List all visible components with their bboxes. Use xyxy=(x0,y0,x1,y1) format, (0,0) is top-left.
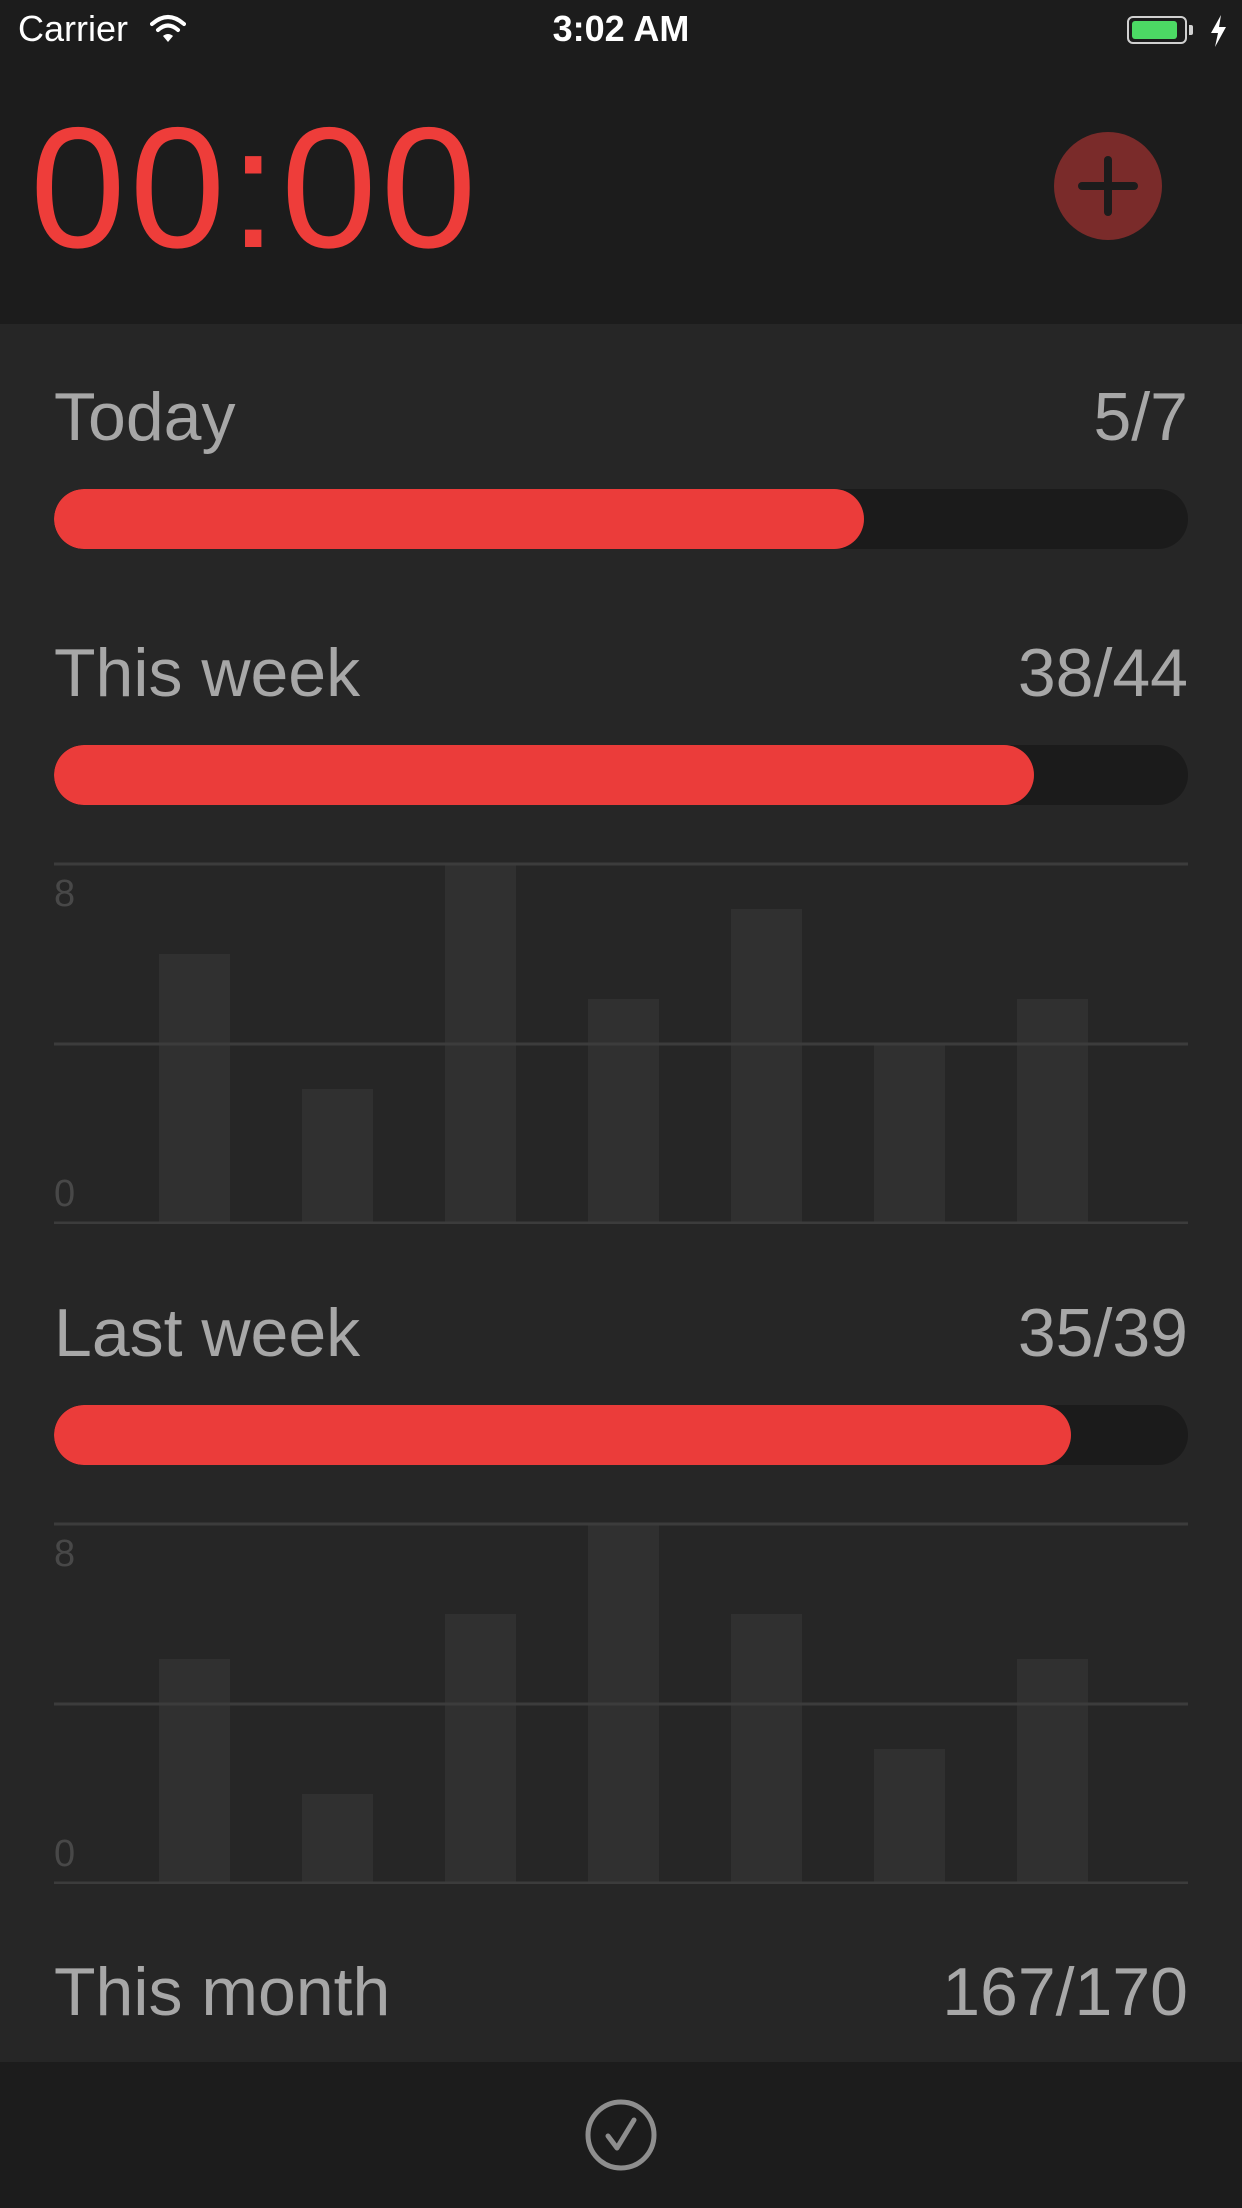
chart-bar xyxy=(874,1749,945,1884)
chart-bar xyxy=(445,1614,516,1884)
this-week-progress-track xyxy=(54,745,1188,805)
this-week-chart: 80 xyxy=(54,862,1188,1224)
last-week-label: Last week xyxy=(54,1295,361,1371)
timer-display: 00:00 xyxy=(30,92,481,284)
last-week-chart: 80 xyxy=(54,1522,1188,1884)
y-tick-label: 0 xyxy=(54,1173,75,1215)
chart-bar xyxy=(731,1614,802,1884)
battery-tip xyxy=(1189,25,1193,35)
bolt-icon xyxy=(1211,15,1226,47)
battery-level xyxy=(1132,21,1177,39)
chart-bar xyxy=(302,1794,373,1884)
battery-icon xyxy=(1127,16,1187,44)
timer-header: 00:00 xyxy=(0,62,1242,324)
chart-bar xyxy=(731,909,802,1224)
today-label: Today xyxy=(54,379,236,455)
last-week-progress-fill xyxy=(54,1405,1072,1465)
chart-bar xyxy=(159,1659,230,1884)
this-month-label: This month xyxy=(54,1954,391,2030)
y-tick-label: 8 xyxy=(54,873,75,915)
last-week-value: 35/39 xyxy=(1017,1295,1188,1371)
chart-bar xyxy=(302,1089,373,1224)
last-week-progress-track xyxy=(54,1405,1188,1465)
checkmark-circle-icon[interactable] xyxy=(584,2098,658,2172)
add-button[interactable] xyxy=(1054,132,1162,240)
chart-bar xyxy=(1017,1659,1088,1884)
today-progress-fill xyxy=(54,489,864,549)
today-progress-track xyxy=(54,489,1188,549)
this-week-label: This week xyxy=(54,635,361,711)
plus-icon xyxy=(1078,156,1138,216)
this-week-value: 38/44 xyxy=(1017,635,1188,711)
y-tick-label: 8 xyxy=(54,1533,75,1575)
bottom-bar xyxy=(0,2062,1242,2208)
status-bar: Carrier 3:02 AM xyxy=(0,0,1242,62)
chart-bar xyxy=(874,1044,945,1224)
chart-bar xyxy=(159,954,230,1224)
chart-bar xyxy=(1017,999,1088,1224)
status-time: 3:02 AM xyxy=(552,8,690,49)
today-value: 5/7 xyxy=(1093,379,1188,455)
chart-bar xyxy=(588,999,659,1224)
this-month-value: 167/170 xyxy=(942,1954,1188,2030)
this-week-progress-fill xyxy=(54,745,1034,805)
y-tick-label: 0 xyxy=(54,1833,75,1875)
